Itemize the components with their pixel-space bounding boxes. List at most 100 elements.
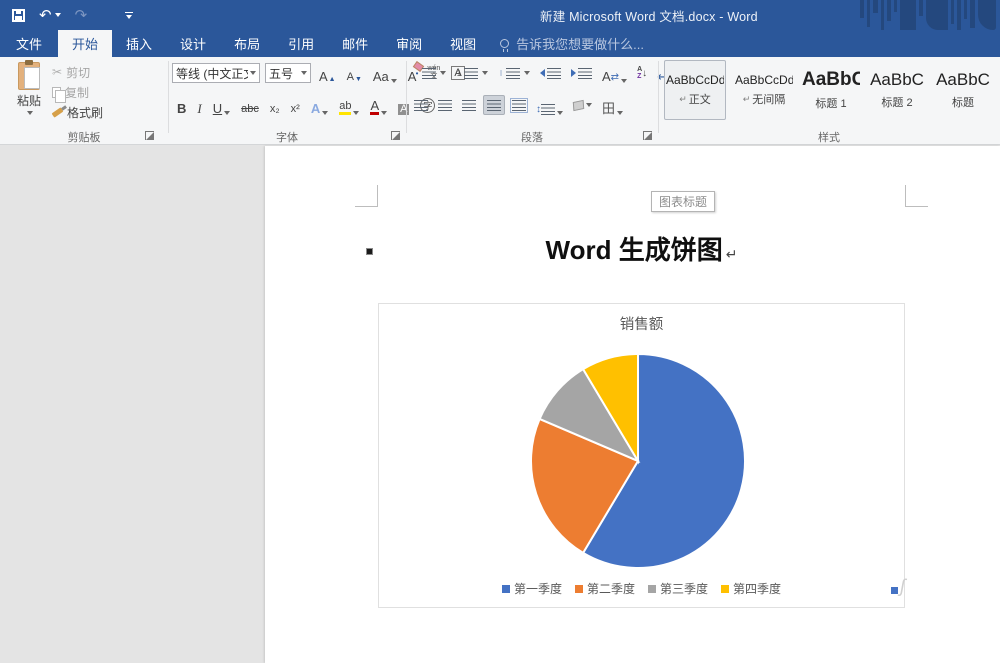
- pie-chart[interactable]: [523, 346, 753, 576]
- text-effects-button[interactable]: A: [308, 95, 331, 115]
- shading-caret-icon: [586, 103, 592, 107]
- style-heading2[interactable]: AaBbC 标题 2: [866, 60, 928, 120]
- chart-title[interactable]: 销售额: [379, 313, 904, 334]
- font-dialog-launcher-icon[interactable]: [391, 131, 400, 140]
- save-icon[interactable]: [12, 9, 25, 22]
- multilevel-list-button[interactable]: ⁝: [495, 63, 533, 83]
- align-left-icon: [414, 100, 428, 111]
- cut-label: 剪切: [66, 64, 90, 81]
- legend-swatch-icon: [648, 585, 656, 593]
- clipboard-group-label: 剪贴板: [0, 129, 168, 145]
- font-color-button[interactable]: A: [367, 95, 390, 115]
- legend-label: 第三季度: [660, 580, 708, 597]
- distribute-icon: [512, 100, 526, 111]
- asian-layout-icon: A: [602, 70, 611, 83]
- font-name-caret-icon: [250, 71, 256, 75]
- group-separator: [658, 61, 659, 133]
- copy-button[interactable]: 复制: [52, 84, 103, 100]
- grow-font-icon: A: [319, 70, 328, 83]
- paste-dropdown-icon[interactable]: [27, 111, 33, 115]
- style-name: 标题 2: [881, 94, 912, 110]
- shrink-font-button[interactable]: A▼: [344, 63, 365, 83]
- change-case-button[interactable]: Aa: [370, 63, 400, 83]
- tab-layout[interactable]: 布局: [220, 30, 274, 57]
- pie-chart-object[interactable]: 销售额 第一季度第二季度 第三季度第四季度 ʃ: [378, 303, 905, 608]
- copy-icon: [52, 87, 61, 98]
- tab-view[interactable]: 视图: [436, 30, 490, 57]
- underline-icon: U: [213, 102, 222, 115]
- underline-button[interactable]: U: [210, 95, 233, 115]
- scissors-icon: ✂: [52, 65, 62, 79]
- group-separator: [168, 61, 169, 133]
- justify-button[interactable]: [483, 95, 505, 115]
- distribute-button[interactable]: [509, 95, 529, 115]
- tab-insert[interactable]: 插入: [112, 30, 166, 57]
- decrease-indent-lines-icon: [547, 68, 561, 79]
- tab-mailings[interactable]: 邮件: [328, 30, 382, 57]
- italic-icon: I: [197, 102, 201, 115]
- multilevel-list-icon: ⁝: [498, 69, 504, 78]
- format-painter-button[interactable]: 格式刷: [52, 104, 103, 120]
- borders-caret-icon: [617, 111, 623, 115]
- font-name-combo[interactable]: 等线 (中文正文: [172, 63, 260, 83]
- bold-button[interactable]: B: [174, 95, 189, 115]
- watermark-bars: [860, 0, 1000, 30]
- clipboard-dialog-launcher-icon[interactable]: [145, 131, 154, 140]
- tab-home[interactable]: 开始: [58, 30, 112, 57]
- highlight-button[interactable]: ab: [336, 95, 362, 115]
- borders-icon: 田: [602, 102, 615, 115]
- legend-item[interactable]: 第一季度: [502, 580, 562, 597]
- legend-item[interactable]: 第二季度: [575, 580, 635, 597]
- change-case-icon: Aa: [373, 70, 389, 83]
- copy-label: 复制: [65, 84, 89, 101]
- line-spacing-button[interactable]: ↕: [533, 95, 566, 115]
- decrease-indent-button[interactable]: [537, 63, 564, 83]
- paste-button[interactable]: 粘贴: [8, 62, 50, 128]
- italic-button[interactable]: I: [194, 95, 204, 115]
- document-page[interactable]: 图表标题 Word 生成饼图↵ 销售额 第一季度第二季度第三季度第四季度 ʃ: [265, 146, 1000, 663]
- style-name: 标题 1: [815, 95, 846, 111]
- tab-design[interactable]: 设计: [166, 30, 220, 57]
- cut-button[interactable]: ✂ 剪切: [52, 64, 103, 80]
- legend-item[interactable]: 第三季度: [648, 580, 708, 597]
- font-size-combo[interactable]: 五号: [265, 63, 311, 83]
- sort-button[interactable]: AZ↓: [634, 63, 650, 83]
- document-heading[interactable]: Word 生成饼图↵: [378, 230, 905, 267]
- style-normal[interactable]: AaBbCcDd ↵正文: [664, 60, 726, 120]
- undo-dropdown-icon[interactable]: [55, 13, 61, 17]
- paragraph-dialog-launcher-icon[interactable]: [643, 131, 652, 140]
- undo-button[interactable]: ↶: [39, 8, 61, 23]
- style-preview: AaBbCcDd: [666, 73, 724, 87]
- numbering-button[interactable]: 1: [453, 63, 491, 83]
- superscript-button[interactable]: x²: [288, 95, 303, 115]
- subscript-button[interactable]: x₂: [267, 95, 283, 115]
- align-right-button[interactable]: [459, 95, 479, 115]
- selection-artifact-square: [891, 587, 898, 594]
- character-shading-button[interactable]: A: [395, 95, 412, 115]
- style-no-spacing[interactable]: AaBbCcDd ↵无间隔: [733, 60, 795, 120]
- style-heading1[interactable]: AaBbC 标题 1: [800, 60, 862, 120]
- shading-button[interactable]: [570, 95, 595, 115]
- tab-review[interactable]: 审阅: [382, 30, 436, 57]
- tab-file[interactable]: 文件: [0, 30, 58, 57]
- borders-button[interactable]: 田: [599, 95, 626, 115]
- undo-icon: ↶: [39, 8, 52, 23]
- change-case-caret-icon: [391, 79, 397, 83]
- asian-layout-button[interactable]: A⇄: [599, 63, 630, 83]
- paste-label: 粘贴: [17, 92, 41, 109]
- legend-item[interactable]: 第四季度: [721, 580, 781, 597]
- grow-font-button[interactable]: A▲: [316, 63, 339, 83]
- bullets-button[interactable]: •: [411, 63, 449, 83]
- style-name: 标题: [952, 94, 974, 110]
- align-left-button[interactable]: [411, 95, 431, 115]
- strikethrough-button[interactable]: abc: [238, 95, 262, 115]
- tab-references[interactable]: 引用: [274, 30, 328, 57]
- align-center-button[interactable]: [435, 95, 455, 115]
- margin-crop-mark-left-icon: [355, 185, 378, 207]
- increase-indent-button[interactable]: [568, 63, 595, 83]
- strikethrough-icon: abc: [241, 104, 259, 115]
- cursor-artifact-icon: ʃ: [900, 576, 905, 597]
- tell-me-box[interactable]: 告诉我您想要做什么...: [500, 30, 644, 57]
- customize-qat-button[interactable]: [125, 12, 133, 19]
- style-title[interactable]: AaBbC 标题: [932, 60, 994, 120]
